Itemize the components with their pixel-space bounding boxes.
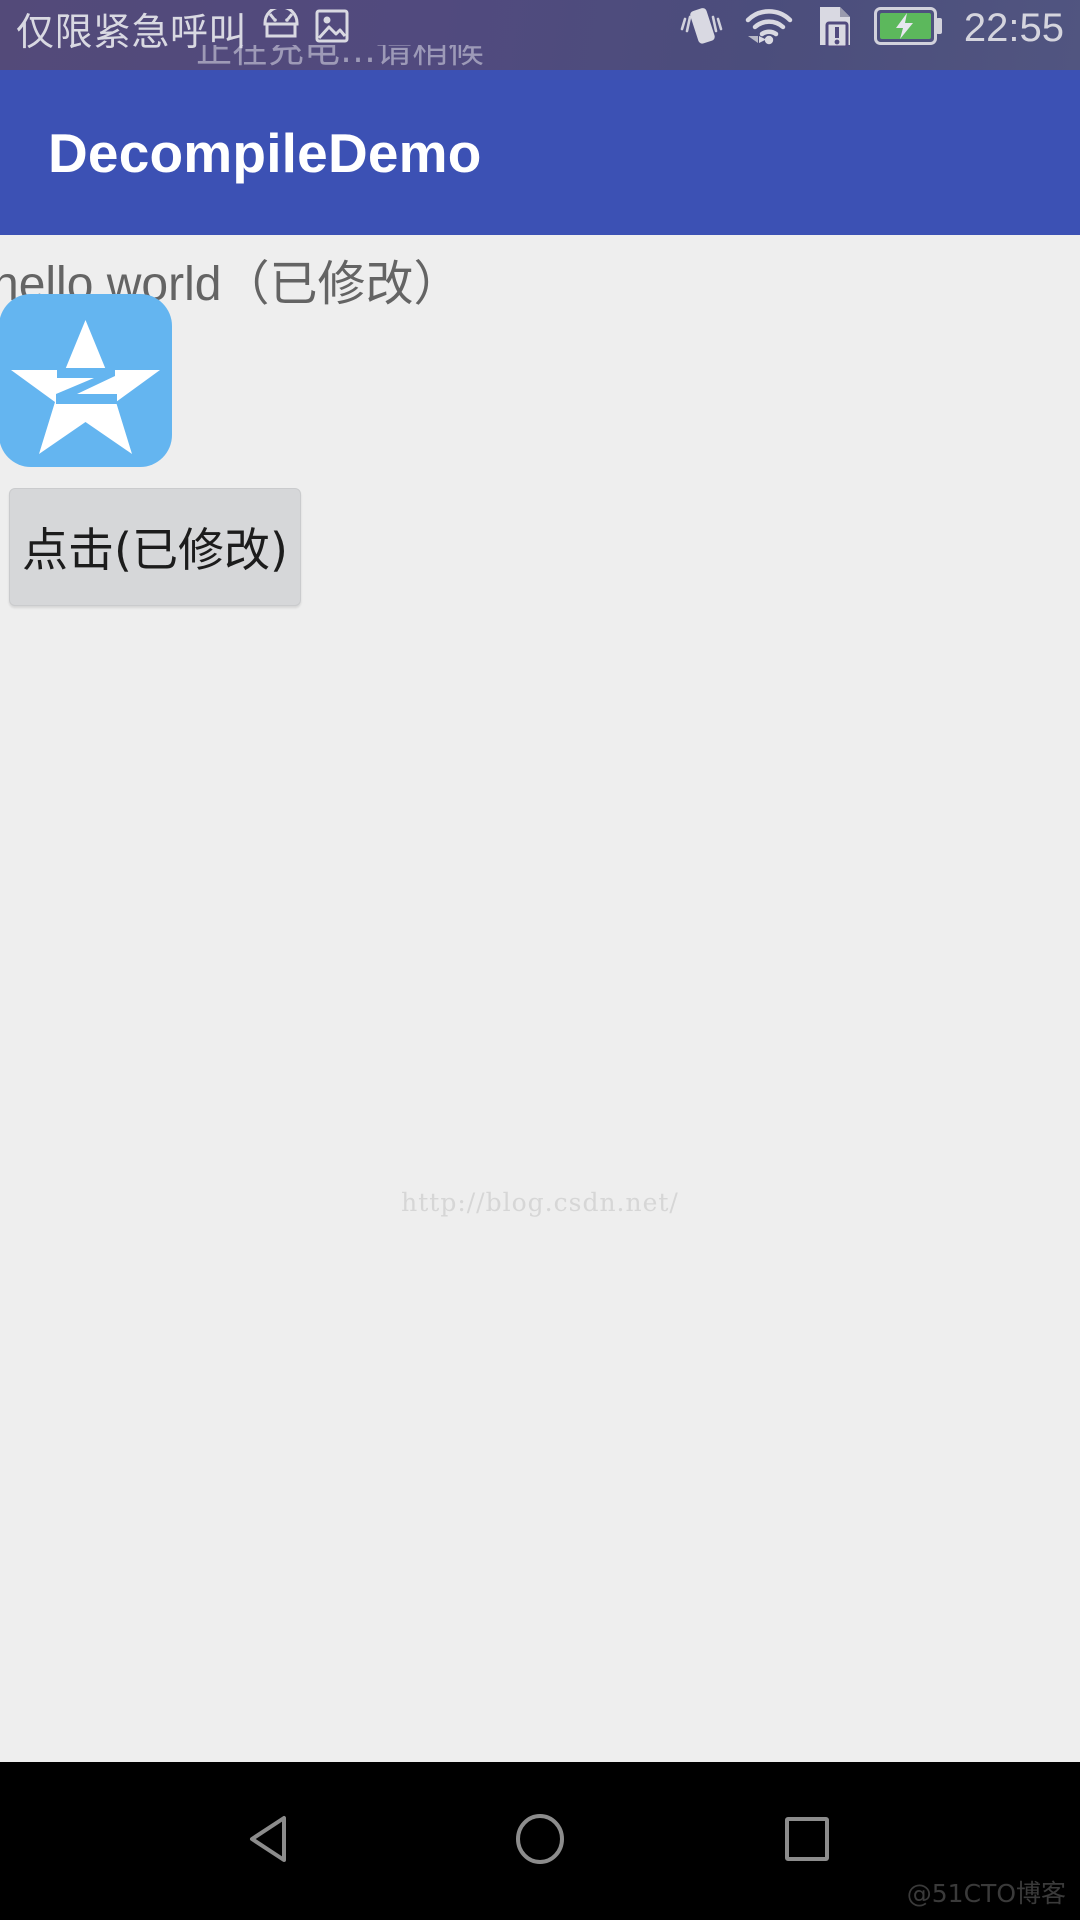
wifi-icon <box>744 6 794 51</box>
square-icon <box>776 1808 838 1875</box>
center-watermark: http://blog.csdn.net/ <box>401 1188 679 1217</box>
back-button[interactable] <box>213 1781 333 1901</box>
battery-charging-icon <box>873 6 944 50</box>
vibrate-icon <box>680 5 724 52</box>
app-title: DecompileDemo <box>48 121 482 184</box>
notification-ghost-label: 正在充电…请稍候 <box>196 45 485 67</box>
circle-icon <box>509 1808 571 1875</box>
image-placeholder-icon <box>315 9 349 48</box>
notification-ghost-text: 正在充电…请稍候 <box>196 45 656 67</box>
home-button[interactable] <box>480 1781 600 1901</box>
corner-watermark: @51CTO博客 <box>906 1879 1066 1908</box>
click-button-label: 点击(已修改) <box>22 523 288 577</box>
sim-card-alert-icon <box>814 5 854 52</box>
triangle-left-icon <box>242 1808 304 1875</box>
click-button[interactable]: 点击(已修改) <box>9 488 301 606</box>
android-device-screen: 仅限紧急呼叫 22:55 正在充电…请稍候 DecompileDemo hell… <box>0 0 1080 1920</box>
status-bar-right-group: 22:55 <box>680 0 1064 56</box>
main-content: hello world（已修改） 点击(已修改) http://blog.csd… <box>0 235 1080 1762</box>
android-robot-icon <box>261 5 301 48</box>
app-bar: DecompileDemo <box>0 70 1080 235</box>
recents-button[interactable] <box>747 1781 867 1901</box>
navigation-bar: @51CTO博客 <box>0 1762 1080 1920</box>
status-bar[interactable]: 仅限紧急呼叫 22:55 正在充电…请稍候 <box>0 0 1080 70</box>
clock-label: 22:55 <box>963 5 1064 50</box>
star-z-app-icon <box>0 294 172 467</box>
